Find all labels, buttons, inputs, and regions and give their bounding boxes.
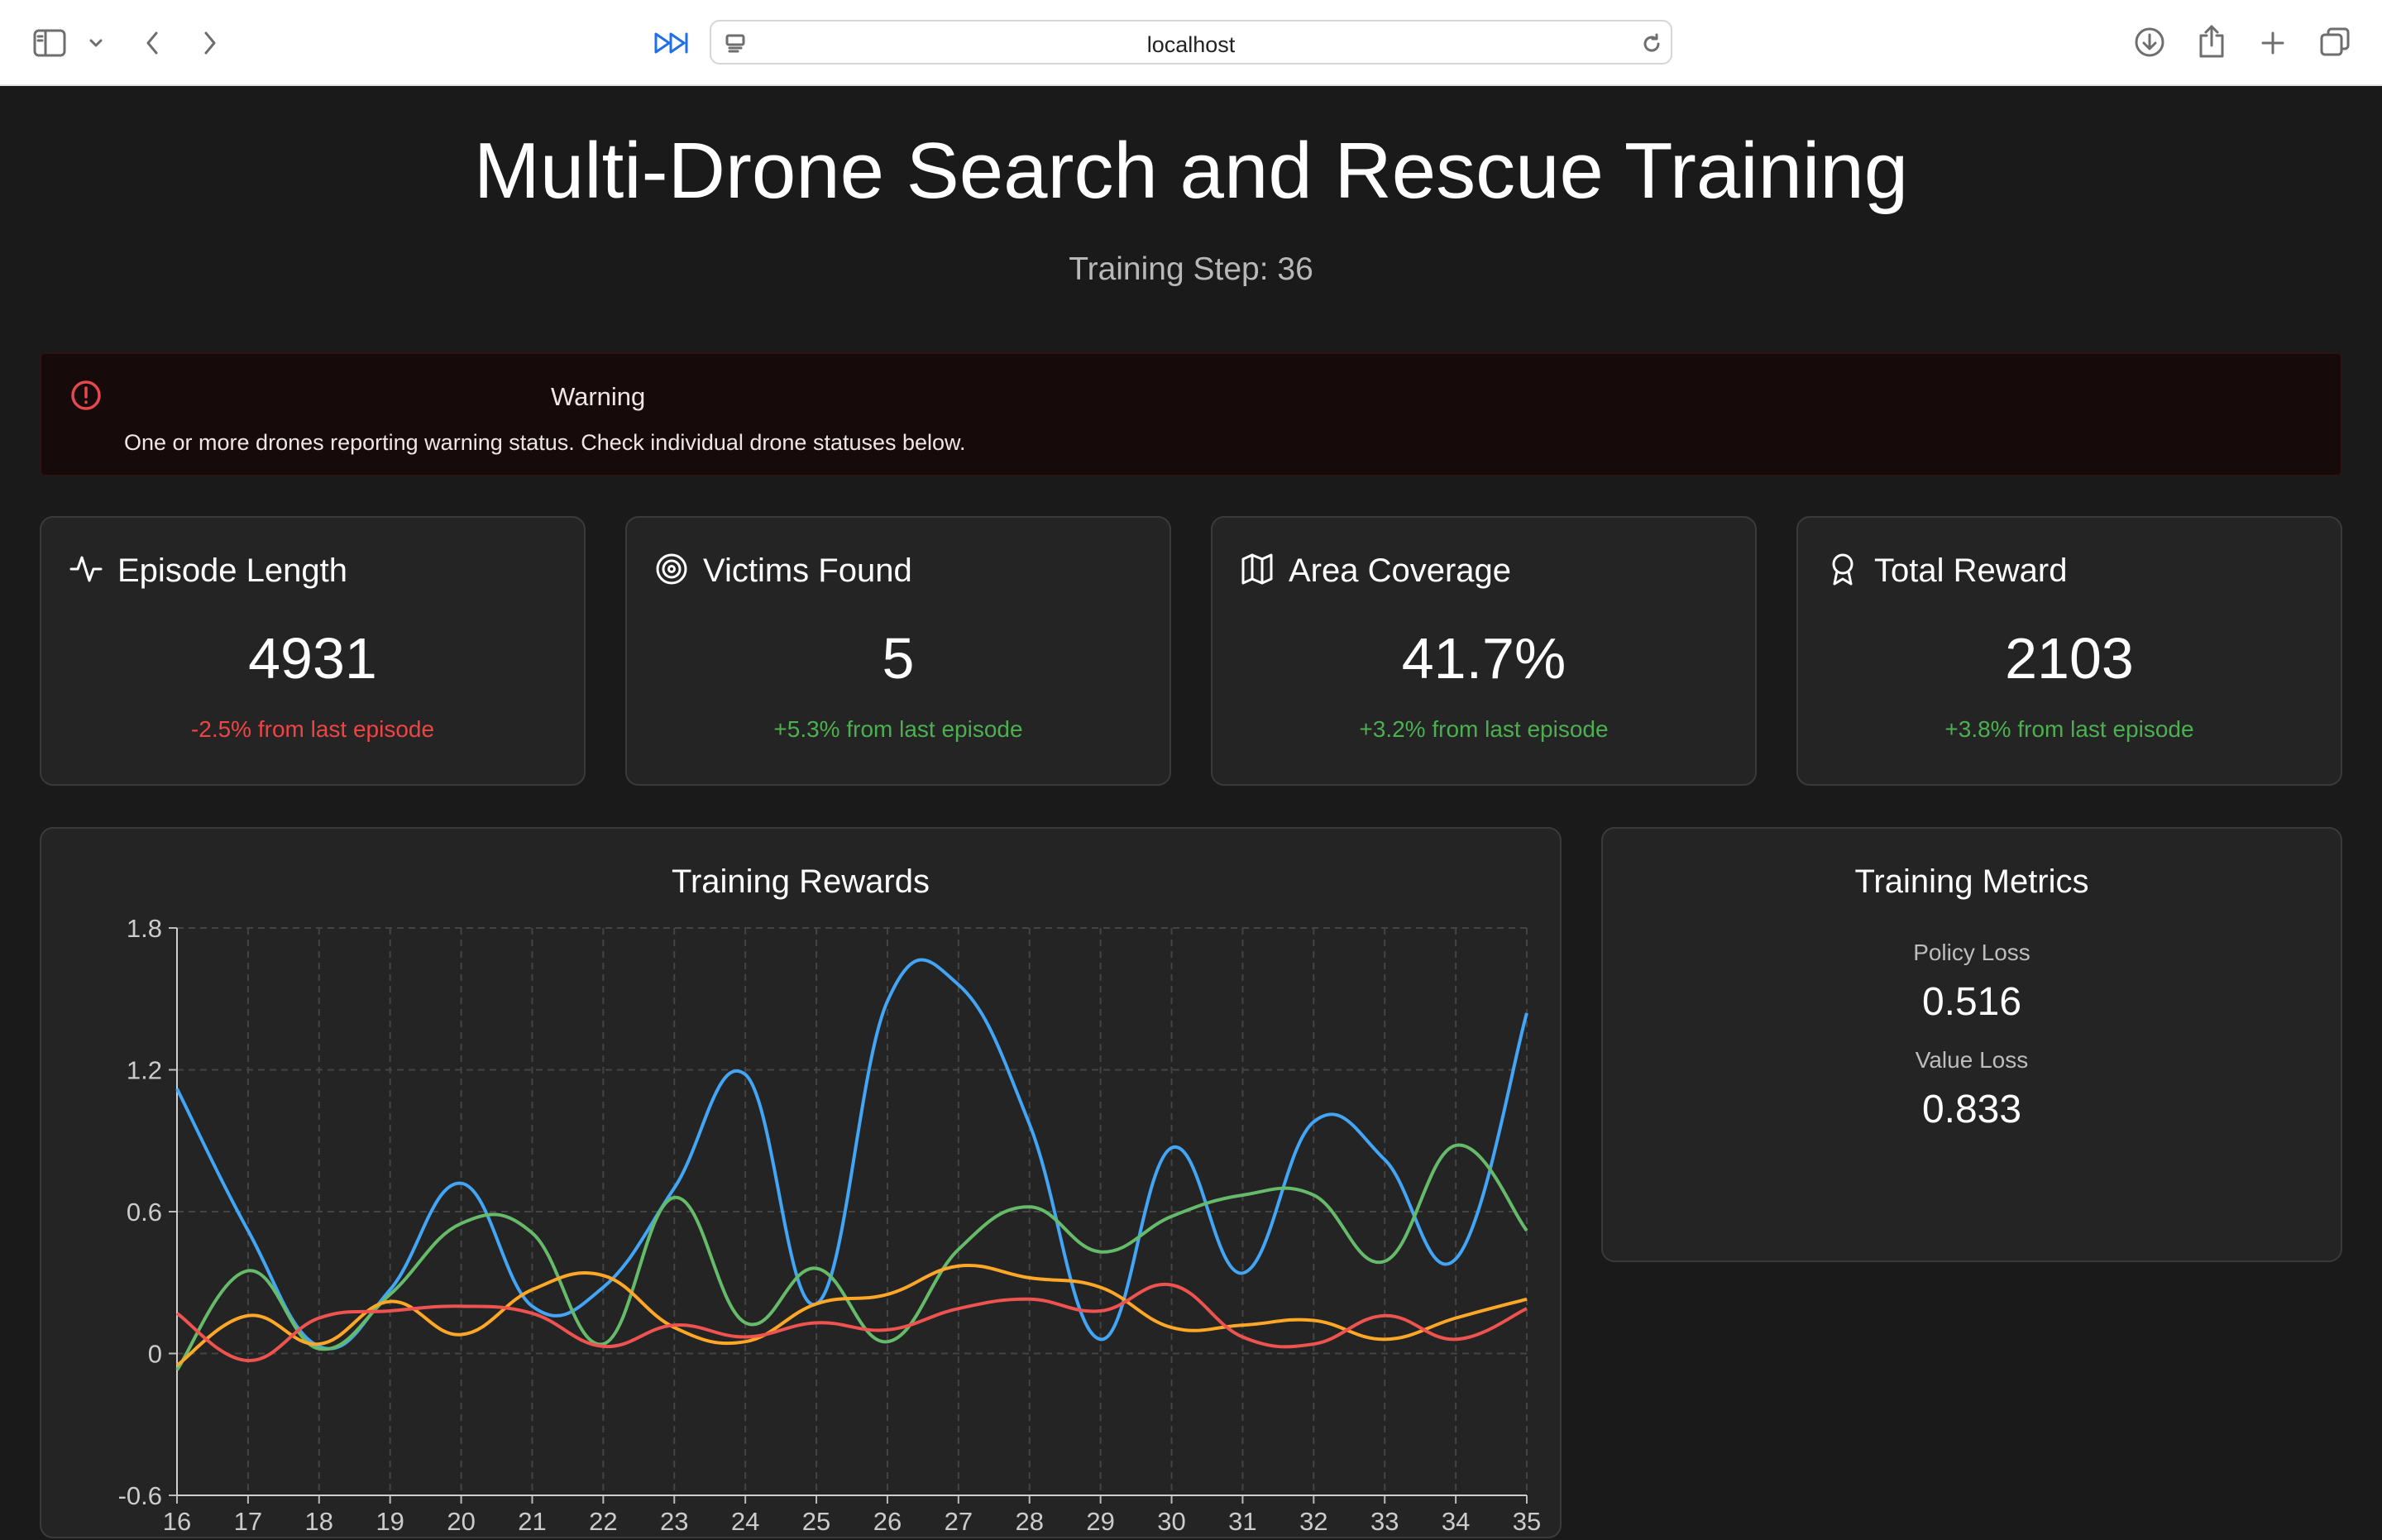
browser-toolbar: localhost <box>0 0 2382 86</box>
new-tab-icon[interactable] <box>2256 26 2289 60</box>
forward-icon[interactable] <box>197 26 223 60</box>
stat-card-total-reward: Total Reward 2103 +3.8% from last episod… <box>1796 516 2342 786</box>
x-tick-label: 16 <box>163 1507 191 1536</box>
y-tick-label: 0.6 <box>127 1198 162 1227</box>
page-title: Multi-Drone Search and Rescue Training <box>473 127 1909 215</box>
x-tick-label: 19 <box>375 1507 404 1536</box>
chevron-down-icon[interactable] <box>86 35 106 51</box>
activity-icon <box>69 552 103 590</box>
x-tick-label: 23 <box>660 1507 688 1536</box>
stat-value: 41.7% <box>1401 626 1566 691</box>
stat-value: 2103 <box>2005 626 2134 691</box>
x-tick-label: 30 <box>1157 1507 1185 1536</box>
stat-change: +5.3% from last episode <box>773 716 1023 742</box>
target-icon <box>655 552 688 590</box>
x-tick-label: 22 <box>589 1507 617 1536</box>
x-tick-label: 17 <box>234 1507 262 1536</box>
award-icon <box>1826 552 1859 590</box>
x-tick-label: 28 <box>1015 1507 1043 1536</box>
stat-change: +3.2% from last episode <box>1359 716 1609 742</box>
x-tick-label: 32 <box>1299 1507 1327 1536</box>
y-tick-label: 1.2 <box>127 1056 162 1085</box>
x-tick-label: 35 <box>1513 1507 1541 1536</box>
alert-message: One or more drones reporting warning sta… <box>124 430 966 455</box>
training-rewards-card: Training Rewards 1.8 1.2 0.6 0 -0.6 16 17 18 19 2… <box>40 827 1562 1538</box>
value-loss-value: 0.833 <box>1921 1088 2022 1131</box>
fast-forward-icon[interactable] <box>652 28 690 58</box>
map-icon <box>1241 552 1274 590</box>
stat-card-area-coverage: Area Coverage 41.7% +3.2% from last epis… <box>1211 516 1757 786</box>
stat-label: Total Reward <box>1874 552 2068 589</box>
policy-loss-value: 0.516 <box>1921 980 2022 1024</box>
tab-overview-icon[interactable] <box>2317 25 2352 60</box>
address-bar[interactable]: localhost <box>710 20 1672 65</box>
stat-card-victims-found: Victims Found 5 +5.3% from last episode <box>625 516 1171 786</box>
y-tick-label: 1.8 <box>127 914 162 943</box>
dashboard-page: Multi-Drone Search and Rescue Training T… <box>0 86 2382 1538</box>
detection-reward-line <box>175 1264 1528 1367</box>
training-step-label: Training Step: 36 <box>1069 251 1313 287</box>
training-metrics-card: Training Metrics Policy Loss 0.516 Value… <box>1601 827 2342 1262</box>
value-loss-label: Value Loss <box>1915 1047 2029 1073</box>
x-tick-label: 21 <box>518 1507 546 1536</box>
x-tick-label: 27 <box>945 1507 973 1536</box>
url-text: localhost <box>1146 32 1236 57</box>
download-icon[interactable] <box>2132 25 2167 60</box>
stat-change: -2.5% from last episode <box>190 716 435 742</box>
x-tick-label: 31 <box>1228 1507 1256 1536</box>
alert-title: Warning <box>551 382 646 411</box>
stat-change: +3.8% from last episode <box>1944 716 2194 742</box>
stat-label: Victims Found <box>703 552 912 589</box>
metrics-title: Training Metrics <box>1854 863 2089 900</box>
share-icon[interactable] <box>2195 23 2228 60</box>
warning-alert: Warning One or more drones reporting war… <box>40 352 2342 476</box>
total-reward-line <box>175 958 1528 1351</box>
x-tick-label: 29 <box>1086 1507 1114 1536</box>
back-icon[interactable] <box>139 26 165 60</box>
stat-label: Episode Length <box>117 552 348 589</box>
x-tick-label: 34 <box>1442 1507 1470 1536</box>
training-rewards-chart: 1.8 1.2 0.6 0 -0.616 17 18 19 20 21 22 23 24 25 26 27 28… <box>118 914 1542 1536</box>
y-tick-label: -0.6 <box>118 1481 162 1510</box>
sidebar-toggle-icon[interactable] <box>31 26 68 60</box>
x-tick-label: 26 <box>873 1507 902 1536</box>
policy-loss-label: Policy Loss <box>1913 940 2030 965</box>
x-tick-label: 24 <box>731 1507 759 1536</box>
x-tick-label: 25 <box>802 1507 830 1536</box>
x-tick-label: 33 <box>1370 1507 1399 1536</box>
alert-circle-icon <box>69 379 103 416</box>
stat-card-episode-length: Episode Length 4931 -2.5% from last epis… <box>40 516 586 786</box>
x-tick-label: 18 <box>305 1507 333 1536</box>
stat-label: Area Coverage <box>1289 552 1512 589</box>
x-tick-label: 20 <box>447 1507 475 1536</box>
stat-value: 5 <box>882 626 915 691</box>
stat-value: 4931 <box>248 626 377 691</box>
y-tick-label: 0 <box>148 1340 162 1369</box>
reload-icon[interactable] <box>1639 31 1664 56</box>
